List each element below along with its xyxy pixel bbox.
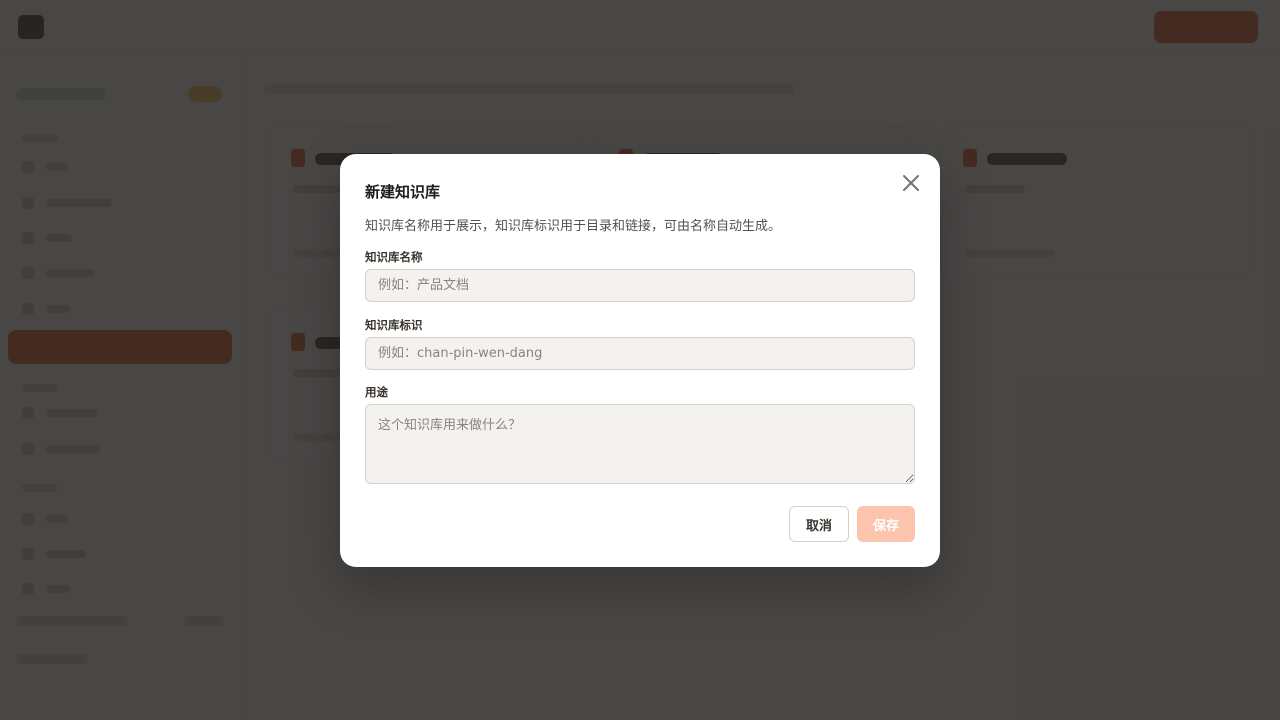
close-button[interactable] bbox=[898, 170, 924, 196]
close-icon bbox=[903, 175, 919, 191]
save-button[interactable]: 保存 bbox=[857, 506, 915, 542]
dialog-description: 知识库名称用于展示，知识库标识用于目录和链接，可由名称自动生成。 bbox=[365, 219, 782, 234]
name-field-label: 知识库名称 bbox=[365, 250, 423, 264]
purpose-field-label: 用途 bbox=[365, 385, 388, 399]
slug-field-label: 知识库标识 bbox=[365, 318, 423, 332]
cancel-button[interactable]: 取消 bbox=[789, 506, 849, 542]
slug-input[interactable] bbox=[365, 337, 915, 370]
name-input[interactable] bbox=[365, 269, 915, 302]
dialog-title: 新建知识库 bbox=[365, 183, 441, 201]
purpose-textarea[interactable] bbox=[365, 404, 915, 484]
create-knowledge-base-dialog: 新建知识库 知识库名称用于展示，知识库标识用于目录和链接，可由名称自动生成。 知… bbox=[340, 154, 940, 567]
